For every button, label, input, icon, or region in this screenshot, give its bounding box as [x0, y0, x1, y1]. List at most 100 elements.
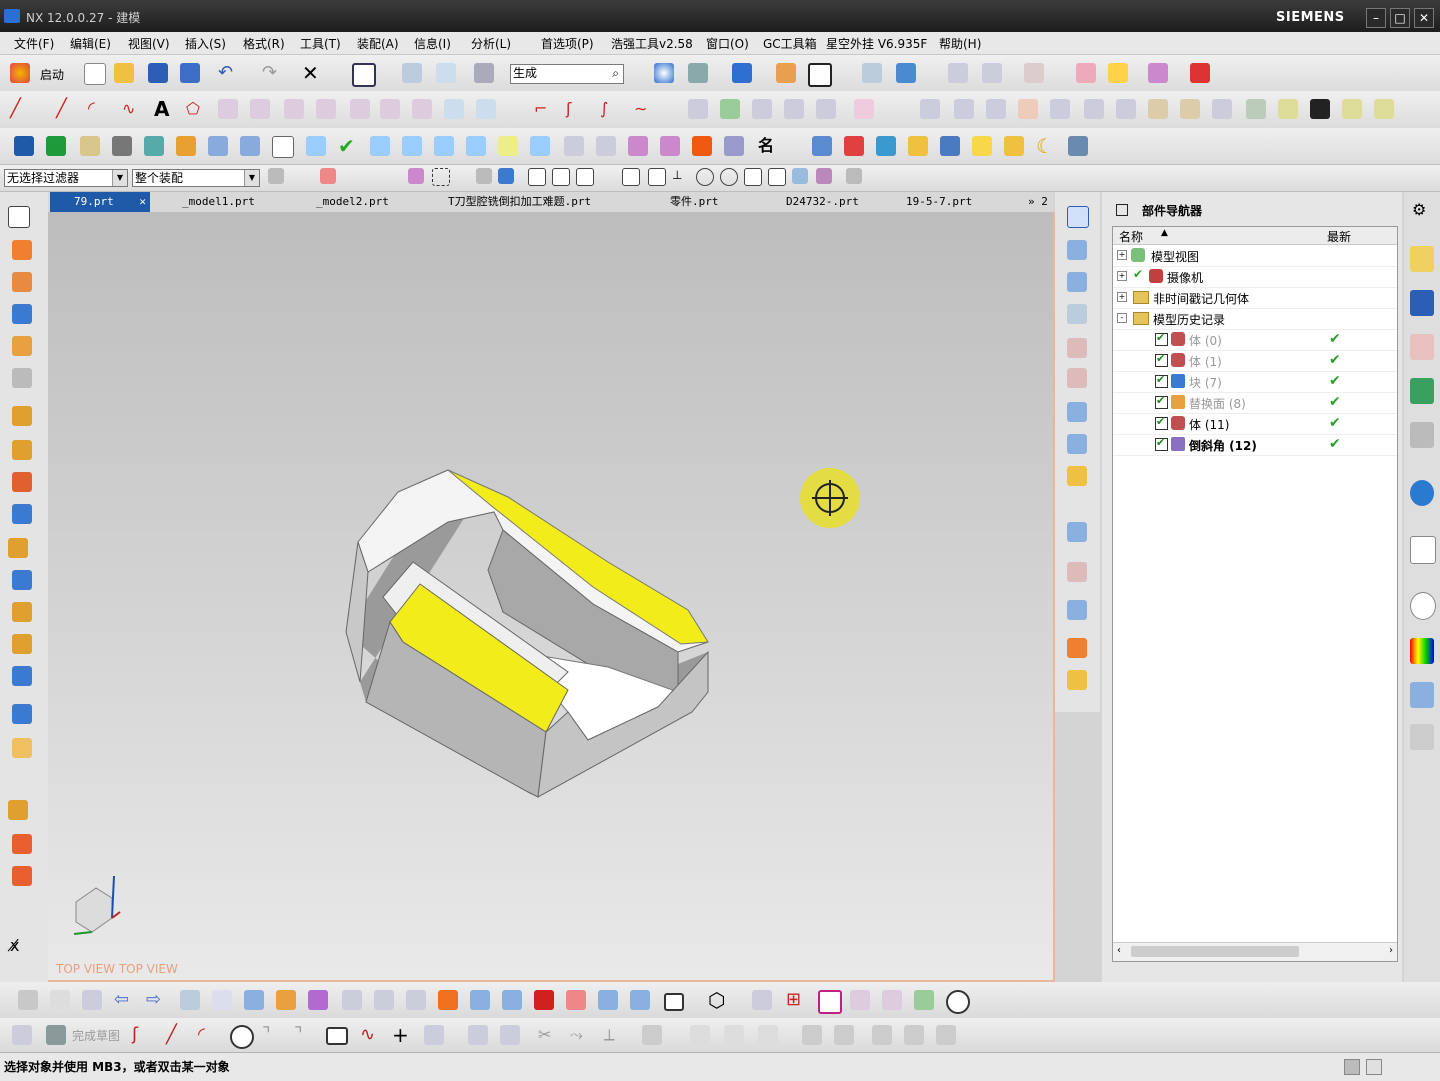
- layer-settings-icon[interactable]: [896, 63, 916, 83]
- sketch-icon[interactable]: [12, 1025, 32, 1045]
- snap-options-icon[interactable]: [846, 168, 862, 184]
- move-face-icon[interactable]: [8, 800, 28, 820]
- dimension-icon[interactable]: [1068, 136, 1088, 156]
- view-manager-icon[interactable]: [1410, 422, 1434, 448]
- mirror-feature-icon[interactable]: [12, 504, 32, 524]
- coordinate-icon[interactable]: [18, 990, 38, 1010]
- edge-blend-icon[interactable]: [12, 634, 32, 654]
- menu-window[interactable]: 窗口(O): [706, 35, 749, 52]
- snap-face-icon[interactable]: [792, 168, 808, 184]
- view-fit-icon[interactable]: [1067, 466, 1087, 486]
- move-object-icon[interactable]: [180, 990, 200, 1010]
- snap-endpoint-icon[interactable]: [528, 168, 546, 186]
- scrollbar-thumb[interactable]: [1131, 946, 1299, 957]
- resize-blend-icon[interactable]: [470, 990, 490, 1010]
- bend-icon[interactable]: [342, 990, 362, 1010]
- revolve-icon[interactable]: [12, 272, 32, 292]
- profile-icon[interactable]: ʃ: [132, 1025, 152, 1045]
- new-file-icon[interactable]: [84, 63, 106, 85]
- measure-angle-icon[interactable]: [1108, 63, 1128, 83]
- collapse-icon[interactable]: -: [1117, 313, 1127, 323]
- menu-gc-toolkit[interactable]: GC工具箱: [763, 35, 817, 52]
- sheet-icon[interactable]: [498, 136, 518, 156]
- menu-insert[interactable]: 插入(S): [185, 35, 226, 52]
- wcs-icon[interactable]: [1024, 63, 1044, 83]
- web-browser-icon[interactable]: [1410, 536, 1436, 564]
- draft-icon[interactable]: [12, 738, 32, 758]
- pattern-feature-icon[interactable]: [12, 472, 32, 492]
- tree-node-feature[interactable]: 体 (1) ✔: [1113, 350, 1397, 372]
- point-set-icon[interactable]: [920, 99, 940, 119]
- fillet-curve-icon[interactable]: ⌐: [534, 99, 554, 119]
- view-pan-icon[interactable]: [1067, 402, 1087, 422]
- offset-sketch-icon[interactable]: [424, 1025, 444, 1045]
- patch-icon[interactable]: [630, 990, 650, 1010]
- hole-icon[interactable]: [12, 406, 32, 426]
- column-latest-header[interactable]: 最新: [1327, 228, 1351, 245]
- menu-help[interactable]: 帮助(H): [939, 35, 981, 52]
- plane-icon[interactable]: [1050, 99, 1070, 119]
- copy-object-icon[interactable]: [212, 990, 232, 1010]
- expand-icon[interactable]: +: [1117, 250, 1127, 260]
- horizontal-scrollbar[interactable]: ‹ ›: [1113, 942, 1397, 961]
- tab-part[interactable]: 零件.prt: [650, 192, 719, 212]
- view-shaded-icon[interactable]: [1067, 638, 1087, 658]
- menu-haoqiang-tools[interactable]: 浩强工具v2.58: [611, 35, 693, 52]
- tool-path-icon[interactable]: [724, 136, 744, 156]
- navigator-tree[interactable]: 名称 ▲ 最新 + 模型视图 + ✔ 摄像机 + 非时间戳记几何体 - 模型历史…: [1112, 226, 1398, 962]
- boss-icon[interactable]: [12, 440, 32, 460]
- project-curve-icon[interactable]: [250, 99, 270, 119]
- tab-19-5-7[interactable]: 19-5-7.prt: [886, 192, 972, 212]
- sheet-icon[interactable]: [530, 136, 550, 156]
- shell-icon[interactable]: [12, 704, 32, 724]
- replace-face-icon[interactable]: [12, 834, 32, 854]
- stack-icon[interactable]: [816, 99, 836, 119]
- component-icon[interactable]: [1246, 99, 1266, 119]
- background-icon[interactable]: [808, 63, 832, 87]
- grid-snap-icon[interactable]: [272, 136, 294, 158]
- expression-icon[interactable]: [82, 990, 102, 1010]
- point-plus-icon[interactable]: +: [392, 1025, 412, 1045]
- pattern-icon[interactable]: [208, 136, 228, 156]
- tree-icon[interactable]: [1278, 99, 1298, 119]
- rectangle-icon[interactable]: [664, 993, 684, 1011]
- status-window-icon[interactable]: [1366, 1059, 1382, 1075]
- subtract-icon[interactable]: [12, 570, 32, 590]
- chamfer-icon[interactable]: [12, 666, 32, 686]
- scroll-left-icon[interactable]: ‹: [1117, 945, 1121, 956]
- curve-length-icon[interactable]: ∫: [600, 99, 620, 119]
- text-icon[interactable]: A: [154, 99, 174, 119]
- snap-curve-icon[interactable]: [622, 168, 640, 186]
- menu-assembly[interactable]: 装配(A): [357, 35, 399, 52]
- view-section-icon[interactable]: [1067, 522, 1087, 542]
- reuse-library-icon[interactable]: [1410, 378, 1434, 404]
- properties-icon[interactable]: [474, 63, 494, 83]
- process-studio-icon[interactable]: [1410, 682, 1434, 708]
- menu-preferences[interactable]: 首选项(P): [541, 35, 594, 52]
- snap-spline-icon[interactable]: [648, 168, 666, 186]
- show-constraints-icon[interactable]: [758, 1025, 778, 1045]
- finish-sketch-label[interactable]: 完成草图: [72, 1027, 120, 1044]
- grid-icon[interactable]: [954, 99, 974, 119]
- copy-icon[interactable]: [436, 63, 456, 83]
- thread-icon[interactable]: [12, 368, 32, 388]
- sketch-evaluate-icon[interactable]: [936, 1025, 956, 1045]
- minimize-button[interactable]: –: [1366, 8, 1386, 28]
- constraint-navigator-icon[interactable]: [1410, 290, 1434, 316]
- select-by-icon[interactable]: [408, 168, 424, 184]
- menu-view[interactable]: 视图(V): [128, 35, 170, 52]
- arrow-right-icon[interactable]: ⇨: [146, 990, 166, 1010]
- view-wireframe-icon[interactable]: [1067, 670, 1087, 690]
- curve-edit-icon[interactable]: ʃ: [566, 99, 586, 119]
- tab-model2[interactable]: _model2.prt: [296, 192, 389, 212]
- constraint-icon[interactable]: [690, 1025, 710, 1045]
- tree-node-unused-geometry[interactable]: + 非时间戳记几何体: [1113, 287, 1397, 309]
- intersect-icon[interactable]: [12, 602, 32, 622]
- model-3d-view[interactable]: [48, 212, 1053, 980]
- view-zoom-icon[interactable]: [1067, 434, 1087, 454]
- move-layer-icon[interactable]: [948, 63, 968, 83]
- xform-icon[interactable]: x̸: [10, 936, 30, 956]
- tab-t-cutter[interactable]: T刀型腔铣倒扣加工难题.prt: [428, 192, 591, 212]
- block-icon[interactable]: [12, 304, 32, 324]
- menu-edit[interactable]: 编辑(E): [70, 35, 111, 52]
